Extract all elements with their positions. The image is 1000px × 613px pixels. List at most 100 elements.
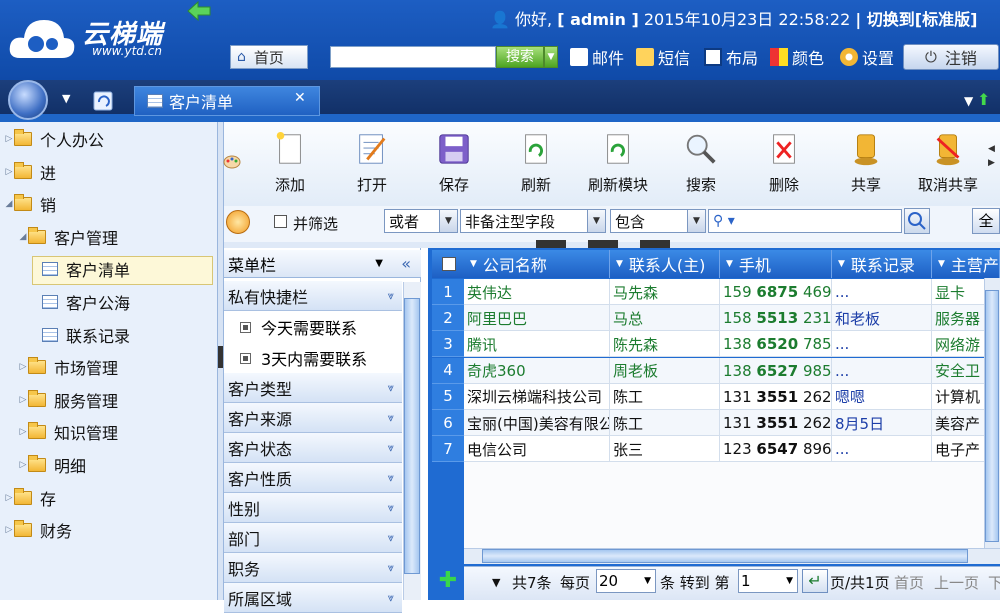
menu-section[interactable]: 私有快捷栏 ⩔ bbox=[224, 281, 402, 311]
search-dropdown-icon[interactable]: ▼ bbox=[544, 46, 558, 68]
grid-column-header[interactable]: ▼ 公司名称 bbox=[464, 250, 610, 278]
mail-button[interactable]: 邮件 bbox=[570, 45, 624, 69]
grid-column-header[interactable]: ▼ 联系记录 bbox=[832, 250, 932, 278]
and-filter-checkbox[interactable] bbox=[274, 215, 287, 228]
expander-icon[interactable]: ▷ bbox=[4, 493, 14, 503]
expander-icon[interactable]: ▷ bbox=[18, 395, 28, 405]
tree-item[interactable]: 联系记录 bbox=[0, 320, 216, 350]
refresh-tab-icon[interactable] bbox=[92, 88, 116, 112]
chevron-down-icon[interactable]: ▼ bbox=[375, 258, 383, 269]
search-input[interactable] bbox=[330, 46, 496, 68]
table-cell[interactable]: 陈工 bbox=[610, 383, 720, 410]
home-button[interactable]: ⌂ 首页 bbox=[230, 45, 308, 69]
menu-section[interactable]: 客户来源 ⩔ bbox=[224, 403, 402, 433]
logic-select[interactable]: 或者 ▼ bbox=[384, 209, 458, 233]
table-row[interactable]: 腾讯 陈先森 138 6520 7857... 网络游 bbox=[464, 331, 1000, 358]
divider-handle-icon[interactable] bbox=[640, 240, 670, 248]
table-cell[interactable]: 奇虎360 bbox=[464, 357, 610, 384]
toolbar-button[interactable]: 共享 bbox=[830, 130, 902, 200]
table-cell[interactable]: 英伟达 bbox=[464, 279, 610, 305]
table-cell[interactable]: 123 6547 8963 bbox=[720, 436, 832, 463]
toolbar-button[interactable]: 打开 bbox=[336, 130, 408, 200]
filter-value-input[interactable]: ⚲ ▾ bbox=[708, 209, 902, 233]
menu-section[interactable]: 所属区域 ⩔ bbox=[224, 583, 402, 613]
toolbar-button[interactable]: 删除 bbox=[748, 130, 820, 200]
toolbar-button[interactable]: 添加 bbox=[254, 130, 326, 200]
tree-item[interactable]: 客户公海 bbox=[0, 287, 216, 317]
expander-icon[interactable]: ▷ bbox=[18, 460, 28, 470]
table-cell[interactable]: 138 6527 9851 bbox=[720, 357, 832, 384]
table-cell[interactable]: 陈先森 bbox=[610, 331, 720, 358]
divider-handle-icon[interactable] bbox=[536, 240, 566, 248]
table-cell[interactable]: 138 6520 7857 bbox=[720, 331, 832, 358]
row-number[interactable]: 7 bbox=[432, 436, 464, 463]
select-all-button[interactable]: 全 bbox=[972, 208, 1000, 234]
collapse-left-icon[interactable]: « bbox=[401, 254, 411, 273]
table-cell[interactable]: 腾讯 bbox=[464, 331, 610, 358]
field-select[interactable]: 非备注型字段 ▼ bbox=[460, 209, 606, 233]
toolbar-button[interactable]: 取消共享 bbox=[912, 130, 984, 200]
expander-icon[interactable]: ▷ bbox=[4, 167, 14, 177]
tree-item[interactable]: ▷ 知识管理 bbox=[0, 417, 216, 447]
pager-menu-icon[interactable]: ▼ bbox=[492, 576, 500, 589]
table-cell[interactable]: 马先森 bbox=[610, 279, 720, 305]
tree-item[interactable]: ▷ 明细 bbox=[0, 450, 216, 480]
menu-section[interactable]: 性别 ⩔ bbox=[224, 493, 402, 523]
palette-icon[interactable] bbox=[222, 152, 242, 172]
row-number[interactable]: 3 bbox=[432, 331, 464, 358]
select-all-rows-checkbox[interactable] bbox=[442, 257, 456, 271]
table-cell[interactable]: 阿里巴巴 bbox=[464, 305, 610, 332]
collapse-handle-icon[interactable] bbox=[218, 346, 223, 368]
expander-icon[interactable]: ▷ bbox=[18, 427, 28, 437]
layout-button[interactable]: 布局 bbox=[704, 45, 758, 69]
table-cell[interactable]: ... bbox=[832, 279, 932, 305]
grid-horizontal-scroll-thumb[interactable] bbox=[482, 549, 968, 563]
row-number[interactable]: 6 bbox=[432, 410, 464, 436]
table-row[interactable]: 阿里巴巴 马总 158 5513 2318和老板 服务器 bbox=[464, 305, 1000, 332]
tree-item[interactable]: ▷ 服务管理 bbox=[0, 385, 216, 415]
tab-customer-list[interactable]: 客户清单 bbox=[134, 86, 320, 116]
logout-button[interactable]: ⏻ 注销 bbox=[903, 44, 999, 70]
menu-scroll-thumb[interactable] bbox=[404, 298, 420, 574]
first-page-link[interactable]: 首页 bbox=[894, 572, 924, 593]
menu-section[interactable]: 客户类型 ⩔ bbox=[224, 373, 402, 403]
table-cell[interactable]: 马总 bbox=[610, 305, 720, 332]
table-row[interactable]: 电信公司 张三 123 6547 8963... 电子产 bbox=[464, 436, 1000, 463]
table-cell[interactable]: 电信公司 bbox=[464, 436, 610, 463]
table-cell[interactable]: 张三 bbox=[610, 436, 720, 463]
table-cell[interactable]: 周老板 bbox=[610, 357, 720, 384]
table-cell[interactable]: 159 6875 4696 bbox=[720, 279, 832, 305]
row-number[interactable]: 5 bbox=[432, 383, 464, 410]
toolbar-button[interactable]: 保存 bbox=[418, 130, 490, 200]
sms-button[interactable]: 短信 bbox=[636, 45, 690, 69]
menu-section[interactable]: 职务 ⩔ bbox=[224, 553, 402, 583]
expander-icon[interactable]: ▷ bbox=[4, 134, 14, 144]
grid-column-header[interactable]: ▼ 联系人(主) bbox=[610, 250, 720, 278]
sort-arrow-icon[interactable]: ▼ bbox=[470, 259, 477, 269]
tree-item[interactable]: ▷ 市场管理 bbox=[0, 352, 216, 382]
page-number-select[interactable]: 1 ▼ bbox=[738, 569, 798, 593]
table-row[interactable]: 深圳云梯端科技公司陈工 131 3551 2622嗯嗯 计算机 bbox=[464, 383, 1000, 410]
grid-column-header[interactable]: ▼ 手机 bbox=[720, 250, 832, 278]
table-cell[interactable]: 深圳云梯端科技公司 bbox=[464, 383, 610, 410]
grid-vertical-scroll-thumb[interactable] bbox=[985, 290, 999, 542]
table-cell[interactable]: ... bbox=[832, 331, 932, 358]
menu-section[interactable]: 客户性质 ⩔ bbox=[224, 463, 402, 493]
row-number[interactable]: 4 bbox=[432, 357, 464, 384]
filter-settings-icon[interactable] bbox=[226, 210, 250, 234]
search-type-icon[interactable]: ⚲ ▾ bbox=[713, 213, 735, 229]
table-cell[interactable]: 131 3551 2622 bbox=[720, 383, 832, 410]
per-page-select[interactable]: 20 ▼ bbox=[596, 569, 656, 593]
close-icon[interactable]: ✕ bbox=[294, 90, 306, 106]
table-cell[interactable]: 8月5日 bbox=[832, 410, 932, 436]
grid-column-header[interactable]: ▼ 主营产 bbox=[932, 250, 1000, 278]
expander-icon[interactable]: ◢ bbox=[18, 232, 28, 242]
menu-section[interactable]: 客户状态 ⩔ bbox=[224, 433, 402, 463]
table-row[interactable]: 宝丽(中国)美容有限公陈工 131 3551 26228月5日 美容产 bbox=[464, 410, 1000, 436]
go-page-button[interactable]: ↵ bbox=[802, 569, 828, 593]
row-number[interactable]: 1 bbox=[432, 279, 464, 305]
tree-item[interactable]: ▷ 进 bbox=[0, 157, 216, 187]
operator-select[interactable]: 包含 ▼ bbox=[610, 209, 706, 233]
table-cell[interactable]: 158 5513 2318 bbox=[720, 305, 832, 332]
search-button[interactable]: 搜索 bbox=[496, 46, 544, 68]
